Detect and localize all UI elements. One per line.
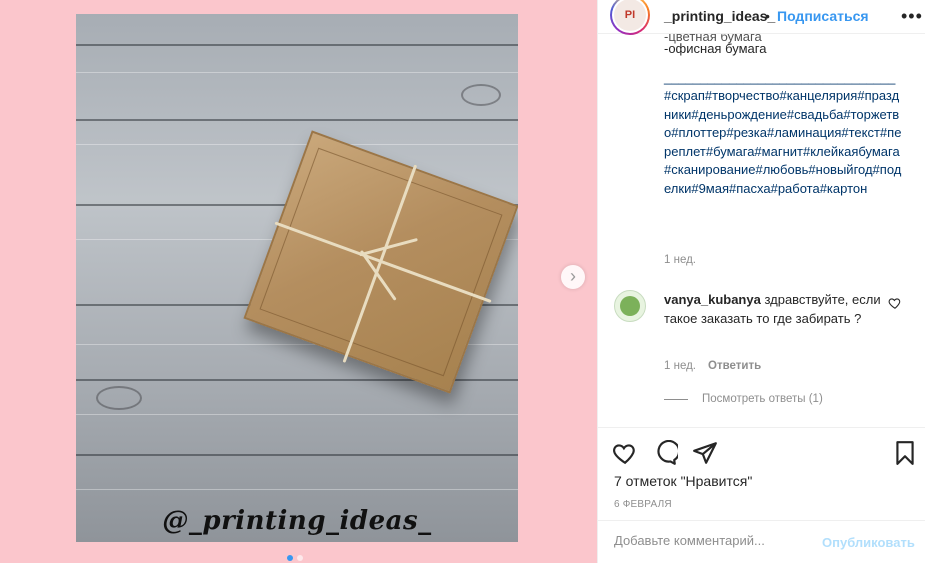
carousel-dot [297,555,303,561]
wood-grain [76,489,518,490]
post-header: PI _printing_ideas_ • Подписаться ••• [598,0,925,35]
add-comment-bar: Опубликовать [598,520,925,563]
carousel-dot-active [287,555,293,561]
carousel-dots [287,555,303,561]
post-date[interactable]: 6 ФЕВРАЛЯ [614,499,672,510]
hashtags[interactable]: #скрап#творчество#канцелярия#праздники#д… [664,87,904,198]
wood-grain [76,144,518,145]
reply-button[interactable]: Ответить [708,360,761,372]
wood-knot [461,84,501,106]
view-replies-button[interactable]: Посмотреть ответы (1) [664,393,823,405]
post-caption: -цветная бумага -офисная бумага ________… [664,29,904,198]
wood-grain [76,414,518,415]
avatar-image [620,296,640,316]
avatar[interactable]: PI [610,0,650,35]
view-replies-label: Посмотреть ответы (1) [702,393,823,405]
comment-bubble-icon[interactable] [652,440,678,466]
comment-timestamp[interactable]: 1 нед. [664,360,696,372]
photo-watermark: @_printing_ideas_ [162,506,432,536]
wood-plank-line [76,119,518,121]
post-username[interactable]: _printing_ideas_ [664,8,775,24]
post-actions: 7 отметок "Нравится" 6 ФЕВРАЛЯ Опубликов… [598,427,925,563]
wood-grain [76,72,518,73]
carousel-next-button[interactable]: › [561,265,585,289]
wood-plank-line [76,44,518,46]
save-bookmark-icon[interactable] [892,440,918,466]
media-area: @_printing_ideas_ › [0,0,597,563]
chevron-right-icon: › [570,266,576,286]
share-send-icon[interactable] [692,440,718,466]
kraft-box [243,130,518,394]
comment: vanya_kubanya здравствуйте, если такое з… [664,291,884,328]
more-options-icon[interactable]: ••• [901,6,923,27]
post-photo[interactable]: @_printing_ideas_ [76,14,518,542]
wood-plank-line [76,454,518,456]
view-replies-line [664,398,688,400]
separator-dot: • [765,8,770,24]
likes-count[interactable]: 7 отметок "Нравится" [614,473,752,489]
caption-timestamp[interactable]: 1 нед. [664,254,696,266]
comment-input[interactable] [614,533,804,548]
wood-knot [96,386,142,410]
caption-divider: ________________________________ [664,69,904,88]
divider-text: ________________________________ [664,69,896,85]
publish-button[interactable]: Опубликовать [822,535,915,550]
post-panel: PI _printing_ideas_ • Подписаться ••• -ц… [597,0,925,563]
comment-like-heart-icon[interactable] [888,296,902,310]
commenter-avatar[interactable] [614,290,646,322]
comment-username[interactable]: vanya_kubanya [664,292,761,307]
like-heart-icon[interactable] [612,440,638,466]
follow-button[interactable]: Подписаться [777,8,869,24]
avatar-image: PI [614,0,646,31]
